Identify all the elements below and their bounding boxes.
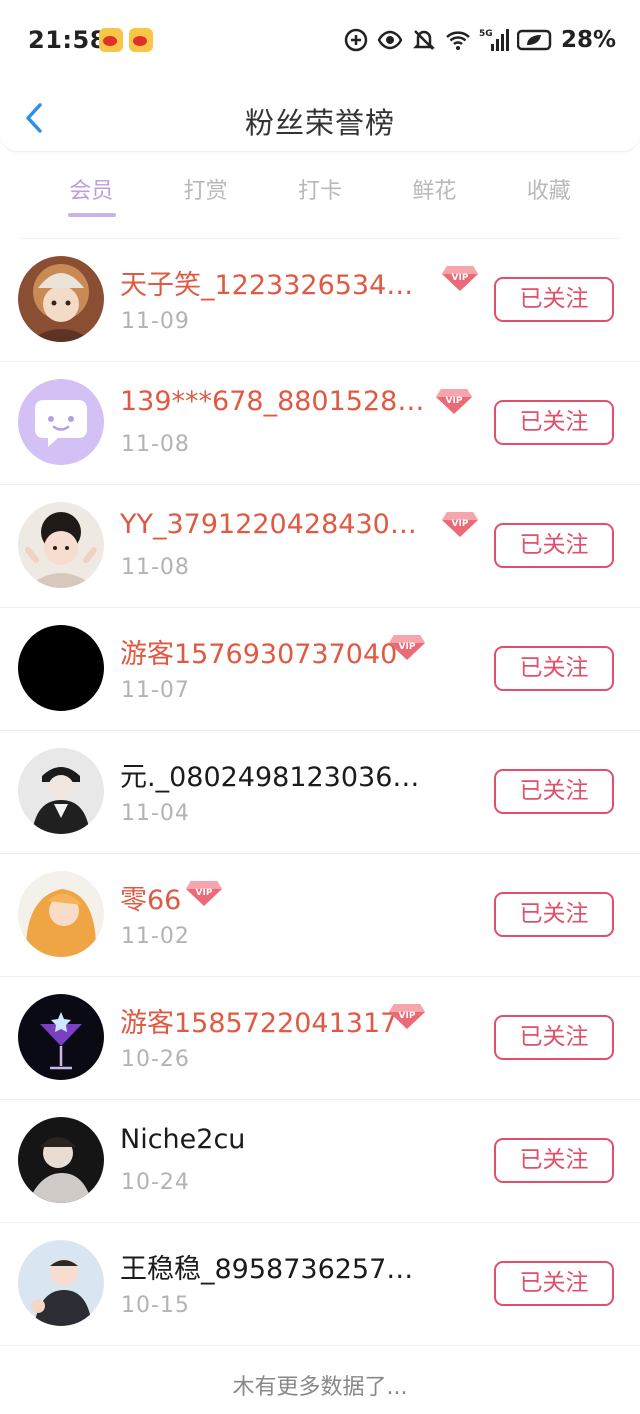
fan-name: 游客1585722041317 bbox=[120, 1008, 398, 1039]
eye-icon bbox=[377, 30, 403, 50]
vip-badge-icon: VIP bbox=[186, 881, 222, 906]
status-icons: 5G 28% bbox=[343, 24, 616, 56]
tab-favorites[interactable]: 收藏 bbox=[492, 168, 606, 224]
avatar[interactable] bbox=[18, 502, 104, 588]
following-button[interactable]: 已关注 bbox=[494, 892, 614, 937]
following-button[interactable]: 已关注 bbox=[494, 523, 614, 568]
fan-name: 元._080249812303625... bbox=[120, 762, 430, 793]
avatar[interactable] bbox=[18, 871, 104, 957]
5g-signal-icon: 5G bbox=[479, 29, 509, 51]
list-item[interactable]: 零66 VIP 11-02 已关注 bbox=[0, 854, 640, 977]
list-item[interactable]: 游客1585722041317 VIP 10-26 已关注 bbox=[0, 977, 640, 1100]
svg-text:VIP: VIP bbox=[452, 519, 469, 529]
svg-text:VIP: VIP bbox=[446, 396, 463, 406]
status-bar: 21:58 5G 28% bbox=[0, 0, 640, 84]
tab-member[interactable]: 会员 bbox=[34, 168, 148, 224]
fan-date: 10-15 bbox=[121, 1293, 190, 1318]
fan-name: 游客1576930737040 bbox=[120, 639, 398, 670]
avatar[interactable] bbox=[18, 256, 104, 342]
tab-flowers[interactable]: 鲜花 bbox=[377, 168, 491, 224]
data-saver-icon bbox=[344, 28, 368, 52]
weibo-icon bbox=[99, 28, 123, 52]
fan-date: 11-04 bbox=[121, 801, 190, 826]
list-item[interactable]: Niche2cu 10-24 已关注 bbox=[0, 1100, 640, 1223]
battery-icon bbox=[516, 29, 552, 51]
fan-date: 10-26 bbox=[121, 1047, 190, 1072]
following-button[interactable]: 已关注 bbox=[494, 1138, 614, 1183]
list-item[interactable]: 天子笑_122332653439... VIP 11-09 已关注 bbox=[0, 239, 640, 362]
fan-name: 零66 bbox=[120, 885, 182, 916]
svg-text:5G: 5G bbox=[479, 29, 493, 39]
fan-name: 天子笑_122332653439... bbox=[120, 270, 430, 301]
battery-percent: 28% bbox=[560, 27, 616, 53]
vip-badge-icon: VIP bbox=[436, 389, 472, 414]
page-title: 粉丝荣誉榜 bbox=[244, 106, 395, 140]
vip-badge-icon: VIP bbox=[442, 266, 478, 291]
svg-text:VIP: VIP bbox=[399, 1011, 416, 1021]
list-item[interactable]: 元._080249812303625... 11-04 已关注 bbox=[0, 731, 640, 854]
fan-date: 10-24 bbox=[121, 1170, 190, 1195]
fan-list: 天子笑_122332653439... VIP 11-09 已关注 139***… bbox=[0, 239, 640, 1346]
following-button[interactable]: 已关注 bbox=[494, 277, 614, 322]
list-item[interactable]: 王稳稳_895873625717... 10-15 已关注 bbox=[0, 1223, 640, 1346]
list-item[interactable]: 游客1576930737040 VIP 11-07 已关注 bbox=[0, 608, 640, 731]
list-item[interactable]: YY_379122042843012... VIP 11-08 已关注 bbox=[0, 485, 640, 608]
fan-name: 王稳稳_895873625717... bbox=[120, 1254, 430, 1285]
fan-date: 11-09 bbox=[121, 309, 190, 334]
svg-text:VIP: VIP bbox=[196, 888, 213, 898]
vip-badge-icon: VIP bbox=[389, 1004, 425, 1029]
mute-icon bbox=[412, 30, 435, 50]
fan-date: 11-02 bbox=[121, 924, 190, 949]
avatar[interactable] bbox=[18, 1240, 104, 1326]
tab-bar: 会员 打赏 打卡 鲜花 收藏 bbox=[34, 168, 606, 224]
avatar[interactable] bbox=[18, 1117, 104, 1203]
fan-date: 11-07 bbox=[121, 678, 190, 703]
tab-reward[interactable]: 打赏 bbox=[148, 168, 262, 224]
avatar[interactable] bbox=[18, 379, 104, 465]
avatar[interactable] bbox=[18, 994, 104, 1080]
status-time: 21:58 bbox=[28, 26, 107, 54]
following-button[interactable]: 已关注 bbox=[494, 400, 614, 445]
list-item[interactable]: 139***678_8801528090 VIP 11-08 已关注 bbox=[0, 362, 640, 485]
fan-name: Niche2cu bbox=[120, 1124, 246, 1155]
svg-text:VIP: VIP bbox=[452, 273, 469, 283]
fan-date: 11-08 bbox=[121, 432, 190, 457]
tab-checkin[interactable]: 打卡 bbox=[263, 168, 377, 224]
fan-name: YY_379122042843012... bbox=[120, 509, 430, 540]
following-button[interactable]: 已关注 bbox=[494, 646, 614, 691]
weibo-icon bbox=[129, 28, 153, 52]
following-button[interactable]: 已关注 bbox=[494, 769, 614, 814]
no-more-data-text: 木有更多数据了... bbox=[232, 1375, 408, 1400]
following-button[interactable]: 已关注 bbox=[494, 1015, 614, 1060]
vip-badge-icon: VIP bbox=[442, 512, 478, 537]
avatar[interactable] bbox=[18, 625, 104, 711]
fan-name: 139***678_8801528090 bbox=[120, 386, 430, 417]
wifi-icon bbox=[446, 31, 470, 50]
fan-date: 11-08 bbox=[121, 555, 190, 580]
vip-badge-icon: VIP bbox=[389, 635, 425, 660]
avatar[interactable] bbox=[18, 748, 104, 834]
following-button[interactable]: 已关注 bbox=[494, 1261, 614, 1306]
app-header: 粉丝荣誉榜 bbox=[0, 84, 640, 152]
svg-text:VIP: VIP bbox=[399, 642, 416, 652]
